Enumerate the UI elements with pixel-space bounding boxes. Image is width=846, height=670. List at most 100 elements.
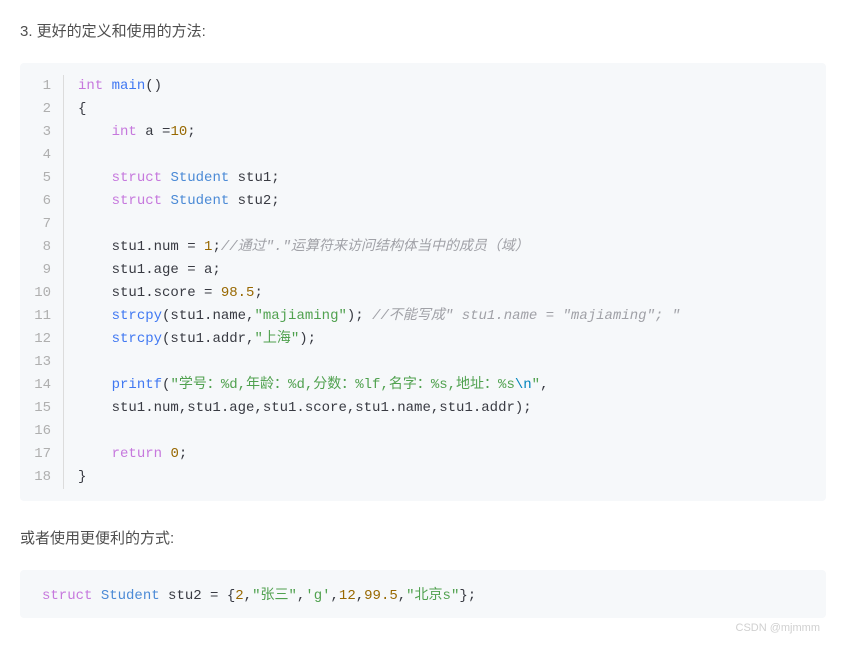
line-content: struct Student stu1; [78,167,826,190]
code-token: strcpy [112,331,162,347]
code-token: "majiaming" [254,308,346,324]
sub-text: 或者使用更便利的方式: [20,527,826,548]
code-token: ; [212,239,220,255]
code-token: , [540,377,548,393]
watermark-text: CSDN @mjmmm [20,622,826,634]
line-number: 1 [20,75,64,98]
code-token: a = [137,124,171,140]
code-line: 4 [20,144,826,167]
code-token: stu1; [229,170,279,186]
line-content: struct Student stu2; [78,190,826,213]
code-token: struct [112,170,162,186]
line-content: return 0; [78,443,826,466]
line-content: stu1.age = a; [78,259,826,282]
code-token: ; [179,446,187,462]
code-token: strcpy [112,308,162,324]
code-token: , [398,588,406,604]
code-token: //不能写成" stu1.name = "majiaming"; " [372,308,680,324]
line-content: strcpy(stu1.name,"majiaming"); //不能写成" s… [78,305,826,328]
code-token [92,588,100,604]
code-token: " [532,377,540,393]
code-token: 12 [339,588,356,604]
code-token: 99.5 [364,588,398,604]
code-token: ); [347,308,372,324]
code-line: 7 [20,213,826,236]
code-token: stu1.num = [78,239,204,255]
line-number: 9 [20,259,64,282]
code-token: , [356,588,364,604]
line-content [78,351,826,374]
line-content [78,420,826,443]
code-line: 17 return 0; [20,443,826,466]
code-token [78,170,112,186]
code-token: "北京s" [406,588,459,604]
code-token: (stu1.addr, [162,331,254,347]
line-content: printf("学号：%d,年龄：%d,分数：%lf,名字：%s,地址：%s\n… [78,374,826,397]
code-token: main [112,78,146,94]
code-line: 9 stu1.age = a; [20,259,826,282]
code-token: //通过"."运算符来访问结构体当中的成员（域） [221,239,529,255]
code-token: stu1.num,stu1.age,stu1.score,stu1.name,s… [78,400,532,416]
line-content [78,144,826,167]
code-token: "张三" [252,588,297,604]
line-number: 15 [20,397,64,420]
code-line: 5 struct Student stu1; [20,167,826,190]
code-line: 14 printf("学号：%d,年龄：%d,分数：%lf,名字：%s,地址：%… [20,374,826,397]
code-line: 1 int main() [20,75,826,98]
code-token: 2 [235,588,243,604]
code-line: 2{ [20,98,826,121]
code-token: (stu1.name, [162,308,254,324]
code-token: Student [101,588,160,604]
code-token: 10 [170,124,187,140]
code-line: 3 int a =10; [20,121,826,144]
code-line: 6 struct Student stu2; [20,190,826,213]
line-number: 13 [20,351,64,374]
line-number: 18 [20,466,64,489]
line-number: 10 [20,282,64,305]
code-token [78,124,112,140]
line-number: 11 [20,305,64,328]
code-token: printf [112,377,162,393]
code-token: int [78,78,103,94]
code-token: Student [170,170,229,186]
code-token: 98.5 [221,285,255,301]
code-token: 'g' [305,588,330,604]
line-number: 16 [20,420,64,443]
code-token: , [331,588,339,604]
section-title: 3. 更好的定义和使用的方法: [20,20,826,41]
code-line: 13 [20,351,826,374]
code-block-inline: struct Student stu2 = {2,"张三",'g',12,99.… [20,570,826,618]
line-content: stu1.num = 1;//通过"."运算符来访问结构体当中的成员（域） [78,236,826,259]
code-token: ; [254,285,262,301]
code-line: 12 strcpy(stu1.addr,"上海"); [20,328,826,351]
code-token: "上海" [254,331,299,347]
code-token: struct [112,193,162,209]
code-token: struct [42,588,92,604]
line-number: 5 [20,167,64,190]
line-number: 6 [20,190,64,213]
code-line: 11 strcpy(stu1.name,"majiaming"); //不能写成… [20,305,826,328]
line-content: int a =10; [78,121,826,144]
code-token: Student [170,193,229,209]
line-number: 14 [20,374,64,397]
line-content: stu1.num,stu1.age,stu1.score,stu1.name,s… [78,397,826,420]
code-token [78,308,112,324]
code-token [78,331,112,347]
code-token [78,446,112,462]
code-line: 8 stu1.num = 1;//通过"."运算符来访问结构体当中的成员（域） [20,236,826,259]
code-token: stu2 = { [160,588,236,604]
line-number: 3 [20,121,64,144]
line-content: strcpy(stu1.addr,"上海"); [78,328,826,351]
code-token: } [78,469,86,485]
code-token: }; [459,588,476,604]
code-line: 16 [20,420,826,443]
line-content: } [78,466,826,489]
line-number: 12 [20,328,64,351]
line-content: int main() [78,75,826,98]
code-token: () [145,78,162,94]
code-token [78,193,112,209]
line-content [78,213,826,236]
code-line: 10 stu1.score = 98.5; [20,282,826,305]
code-token: stu1.age = a; [78,262,221,278]
code-token: ); [299,331,316,347]
